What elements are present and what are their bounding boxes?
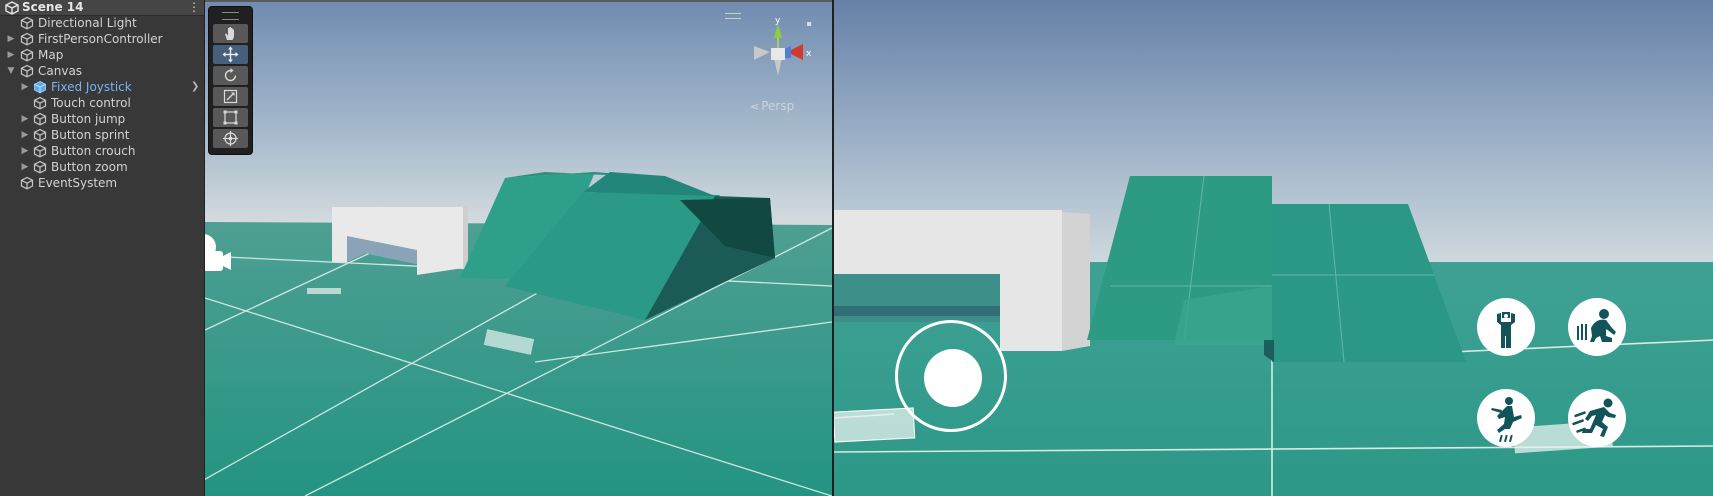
rotate-icon [224,68,237,82]
rect-tool-icon [223,110,238,125]
gameobject-icon [33,160,47,174]
zoom-button[interactable] [1477,298,1535,356]
hierarchy-panel: Scene 14 ⋮ Directional Light ▶ FirstPers… [0,0,205,496]
hierarchy-item-directional-light[interactable]: Directional Light [0,15,204,31]
scene-header[interactable]: Scene 14 ⋮ [0,0,204,16]
jump-icon [1491,397,1522,443]
hierarchy-item-label: Directional Light [38,16,137,30]
gameobject-icon [20,32,34,46]
hierarchy-item-label: Button sprint [51,128,130,142]
open-prefab-arrow-icon[interactable]: ❯ [191,79,199,95]
scale-icon [223,89,238,104]
gameobject-icon [33,96,47,110]
hierarchy-item-button-zoom[interactable]: ▶ Button zoom [0,159,204,175]
jump-button[interactable] [1477,389,1535,447]
collapse-arrow-icon[interactable]: ▼ [6,63,16,79]
sprint-button[interactable] [1568,389,1626,447]
hierarchy-item-eventsystem[interactable]: EventSystem [0,175,204,191]
hierarchy-item-button-jump[interactable]: ▶ Button jump [0,111,204,127]
orientation-gizmo[interactable]: y x [743,14,823,84]
expand-arrow-icon[interactable]: ▶ [6,31,16,47]
hierarchy-item-touch-control[interactable]: Touch control [0,95,204,111]
unity-editor: Scene 14 ⋮ Directional Light ▶ FirstPers… [0,0,1713,496]
hierarchy-item-label: Button jump [51,112,126,126]
gameobject-icon [20,16,34,30]
hierarchy-item-label: Button zoom [51,160,128,174]
projection-toggle[interactable]: ⋖ Persp [750,99,794,114]
scene-view[interactable]: y x ⋖ Persp [205,0,832,496]
hierarchy-item-label: Button crouch [51,144,136,158]
zoom-icon [1497,312,1515,348]
game-view[interactable] [832,0,1713,496]
expand-arrow-icon[interactable]: ▶ [6,47,16,63]
expand-arrow-icon[interactable]: ▶ [20,159,30,175]
crouch-button[interactable] [1568,298,1626,356]
sprint-icon [1572,398,1616,437]
expand-arrow-icon[interactable]: ▶ [20,79,30,95]
hierarchy-item-label: Canvas [38,64,83,78]
scene-viewport[interactable] [205,0,832,496]
projection-label: Persp [761,99,795,113]
gameobject-icon [33,112,47,126]
hierarchy-item-label: FirstPersonController [38,32,163,46]
rect-tool-button[interactable] [213,108,248,127]
gizmo-x-label: x [806,49,812,59]
hand-tool-button[interactable] [213,24,248,43]
drag-handle[interactable] [222,12,239,20]
crouch-icon [1577,309,1616,342]
scene-tools-overlay [208,6,253,155]
scene-title: Scene 14 [22,0,84,14]
move-tool-button[interactable] [213,45,248,64]
unity-logo-icon [5,1,19,15]
hierarchy-item-button-crouch[interactable]: ▶ Button crouch [0,143,204,159]
expand-arrow-icon[interactable]: ▶ [20,111,30,127]
scene-menu-icon[interactable]: ⋮ [188,1,200,14]
scene-top-strip [205,0,832,2]
move-icon [222,46,239,63]
gizmo-y-label: y [775,16,781,26]
gameobject-icon [33,144,47,158]
prefab-icon [34,80,46,94]
expand-arrow-icon[interactable]: ▶ [20,127,30,143]
expand-arrow-icon[interactable]: ▶ [20,143,30,159]
fixed-joystick-handle[interactable] [924,349,982,407]
hierarchy-item-firstpersoncontroller[interactable]: ▶ FirstPersonController [0,31,204,47]
hierarchy-item-canvas[interactable]: ▼ Canvas [0,63,204,79]
transform-icon [223,131,238,146]
hierarchy-item-label: Map [38,48,64,62]
hierarchy-item-fixed-joystick[interactable]: ▶ Fixed Joystick ❯ [0,79,204,95]
perspective-icon: ⋖ [750,100,760,113]
transform-tool-button[interactable] [213,129,248,148]
gameobject-icon [20,176,34,190]
hierarchy-item-button-sprint[interactable]: ▶ Button sprint [0,127,204,143]
overlay-menu-icon[interactable] [725,13,741,19]
hierarchy-item-label: Fixed Joystick [51,80,132,94]
hierarchy-item-map[interactable]: ▶ Map [0,47,204,63]
gameobject-icon [20,64,34,78]
gameobject-icon [33,128,47,142]
hierarchy-item-label: Touch control [51,96,131,110]
scale-tool-button[interactable] [213,87,248,106]
hand-icon [225,27,234,40]
rotate-tool-button[interactable] [213,66,248,85]
hierarchy-item-label: EventSystem [38,176,118,190]
gameobject-icon [20,48,34,62]
